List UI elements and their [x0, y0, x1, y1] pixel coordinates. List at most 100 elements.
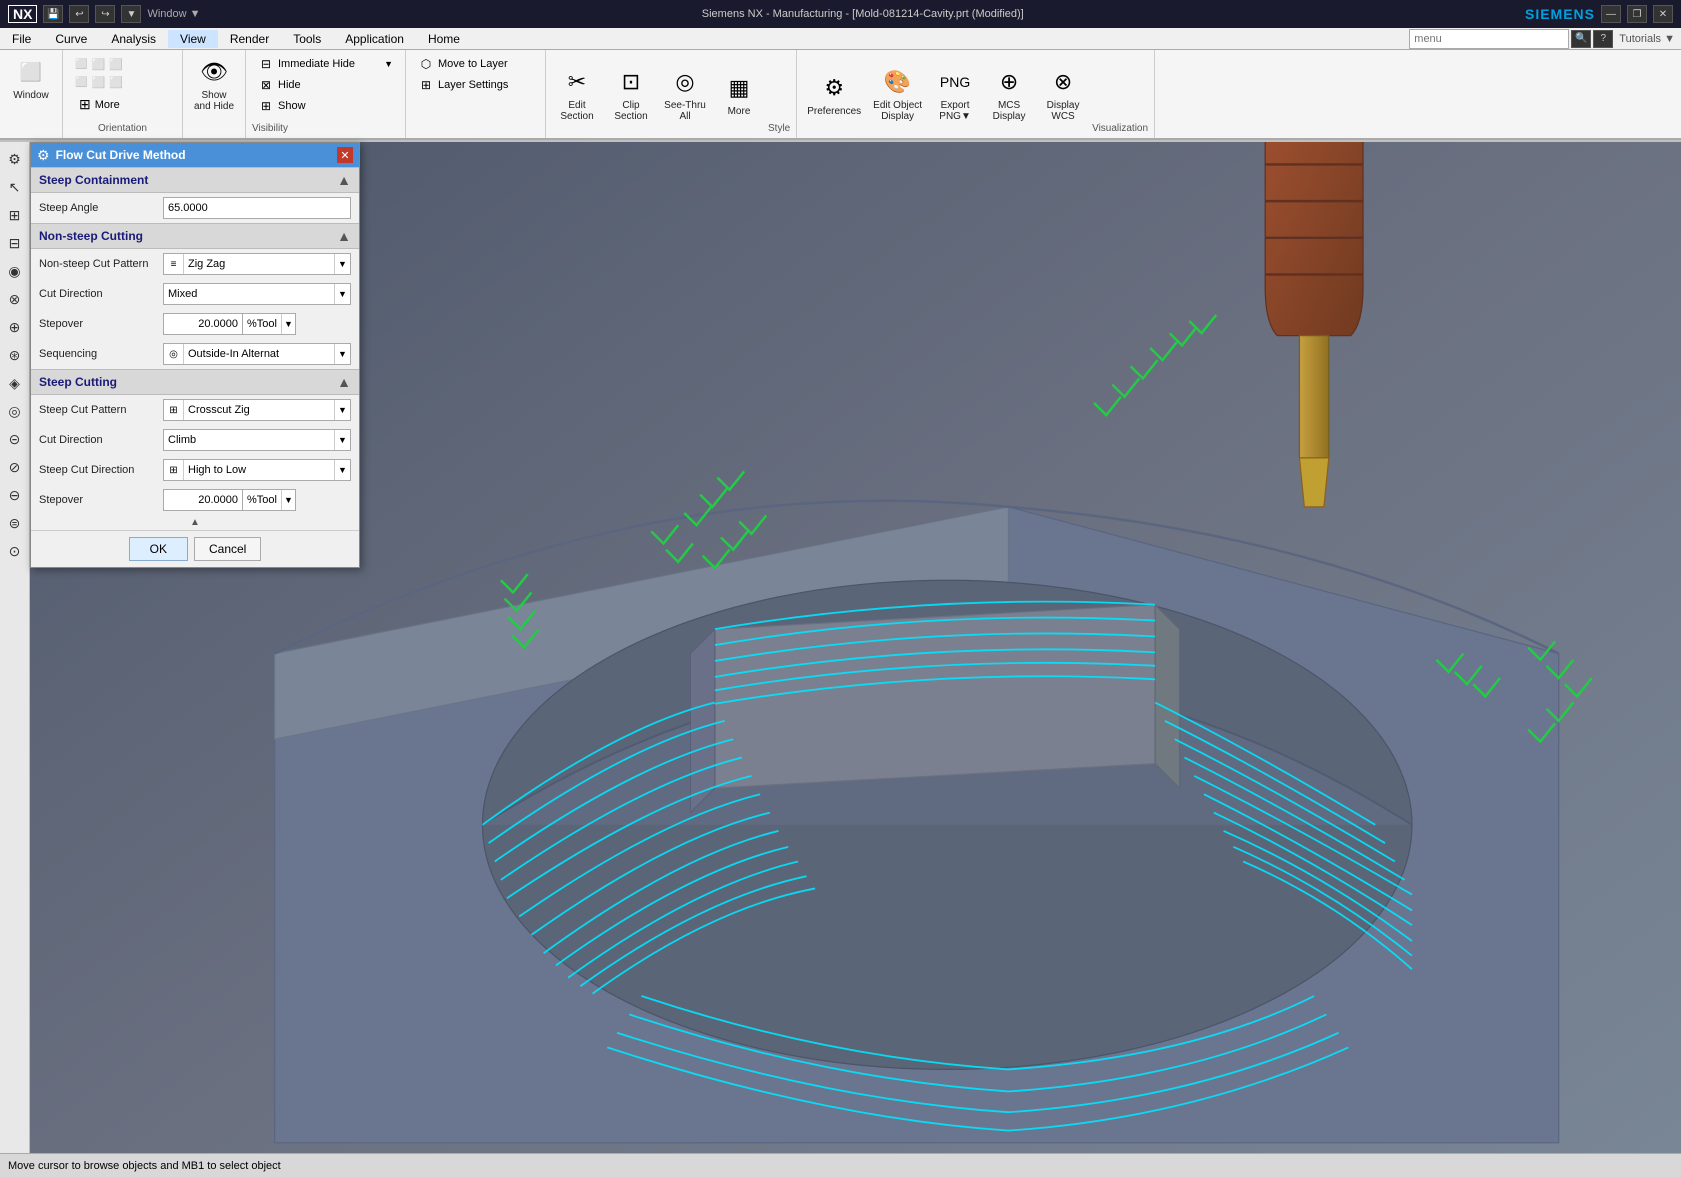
- non-steep-cut-pattern-select[interactable]: ≡ Zig Zag ▼: [163, 253, 351, 275]
- menu-home[interactable]: Home: [416, 30, 472, 48]
- non-steep-cutting-collapse[interactable]: ▲: [337, 228, 351, 244]
- steep-cut-pattern-arrow[interactable]: ▼: [334, 400, 350, 420]
- steep-containment-title: Steep Containment: [39, 173, 148, 187]
- cut-direction-select[interactable]: Mixed ▼: [163, 283, 351, 305]
- steep-containment-header[interactable]: Steep Containment ▲: [31, 167, 359, 193]
- sidebar-icon-12[interactable]: ⊜: [2, 510, 28, 536]
- menu-view[interactable]: View: [168, 30, 218, 48]
- see-thru-label: See-ThruAll: [664, 100, 706, 122]
- steep-cut-dir-row: Steep Cut Direction ⊞ High to Low ▼: [31, 455, 359, 485]
- mcs-display-icon: ⊕: [993, 66, 1025, 98]
- steep-cutting-collapse[interactable]: ▲: [337, 374, 351, 390]
- display-wcs-button[interactable]: ⊗ DisplayWCS: [1038, 64, 1088, 124]
- sidebar-icon-4[interactable]: ⊗: [2, 286, 28, 312]
- search-input[interactable]: [1409, 29, 1569, 49]
- sidebar-icon-9[interactable]: ⊝: [2, 426, 28, 452]
- menu-application[interactable]: Application: [333, 30, 416, 48]
- sidebar-icon-11[interactable]: ⊖: [2, 482, 28, 508]
- steep-cut-direction-arrow[interactable]: ▼: [334, 430, 350, 450]
- sequencing-arrow[interactable]: ▼: [334, 344, 350, 364]
- hide-button[interactable]: ⊠ Hide: [252, 75, 399, 95]
- menu-curve[interactable]: Curve: [43, 30, 99, 48]
- tutorials-link[interactable]: Tutorials ▼: [1613, 33, 1681, 45]
- display-wcs-label: DisplayWCS: [1047, 100, 1080, 122]
- show-button[interactable]: ⊞ Show: [252, 96, 399, 116]
- cancel-button[interactable]: Cancel: [194, 537, 261, 561]
- sidebar-icon-8[interactable]: ◎: [2, 398, 28, 424]
- minimize-button[interactable]: —: [1601, 5, 1621, 23]
- orient-front[interactable]: ⬜⬜⬜: [69, 56, 129, 73]
- sidebar-icon-settings[interactable]: ⚙: [2, 146, 28, 172]
- mcs-display-button[interactable]: ⊕ MCSDisplay: [984, 64, 1034, 124]
- see-thru-button[interactable]: ◎ See-ThruAll: [660, 64, 710, 124]
- scroll-up-btn[interactable]: ▲: [190, 517, 200, 528]
- window-label: Window: [13, 90, 49, 101]
- edit-section-button[interactable]: ✂ EditSection: [552, 64, 602, 124]
- sidebar-icon-2[interactable]: ⊟: [2, 230, 28, 256]
- undo-button[interactable]: ↩: [69, 5, 89, 23]
- steep-cut-dir-arrow[interactable]: ▼: [334, 460, 350, 480]
- dialog-titlebar[interactable]: ⚙ Flow Cut Drive Method ✕: [31, 143, 359, 167]
- sidebar-icon-10[interactable]: ⊘: [2, 454, 28, 480]
- window-button[interactable]: ⬜ Window: [6, 54, 56, 103]
- help-button[interactable]: ?: [1593, 30, 1613, 48]
- save-button[interactable]: 💾: [43, 5, 63, 23]
- style-more-label: More: [728, 106, 751, 117]
- sidebar-icon-1[interactable]: ⊞: [2, 202, 28, 228]
- more-button[interactable]: ▼: [121, 5, 141, 23]
- steep-stepover-unit-arrow[interactable]: ▼: [281, 490, 295, 510]
- menu-file[interactable]: File: [0, 30, 43, 48]
- non-steep-cutting-header[interactable]: Non-steep Cutting ▲: [31, 223, 359, 249]
- ok-button[interactable]: OK: [129, 537, 188, 561]
- dialog-title: Flow Cut Drive Method: [56, 148, 331, 162]
- steep-angle-input[interactable]: [163, 197, 351, 219]
- restore-button[interactable]: ❐: [1627, 5, 1647, 23]
- close-button[interactable]: ✕: [1653, 5, 1673, 23]
- steep-angle-row: Steep Angle: [31, 193, 359, 223]
- steep-cut-pattern-icon: ⊞: [164, 400, 184, 420]
- steep-cut-direction-select[interactable]: Climb ▼: [163, 429, 351, 451]
- export-png-icon: PNG: [939, 66, 971, 98]
- export-png-button[interactable]: PNG ExportPNG▼: [930, 64, 980, 124]
- immediate-hide-button[interactable]: ⊟ Immediate Hide ▼: [252, 54, 399, 74]
- more-orient[interactable]: ⊞ More: [73, 94, 126, 115]
- sidebar-icon-7[interactable]: ◈: [2, 370, 28, 396]
- style-more-button[interactable]: ▦ More: [714, 70, 764, 119]
- redo-button[interactable]: ↪: [95, 5, 115, 23]
- steep-stepover-unit[interactable]: %Tool ▼: [243, 489, 296, 511]
- menu-tools[interactable]: Tools: [281, 30, 333, 48]
- stepover-unit[interactable]: %Tool ▼: [243, 313, 296, 335]
- steep-cut-pattern-select[interactable]: ⊞ Crosscut Zig ▼: [163, 399, 351, 421]
- preferences-button[interactable]: ⚙ Preferences: [803, 70, 865, 119]
- sidebar-icon-13[interactable]: ⊙: [2, 538, 28, 564]
- steep-cut-dir-select[interactable]: ⊞ High to Low ▼: [163, 459, 351, 481]
- show-hide-button[interactable]: 👁 Showand Hide: [189, 54, 239, 114]
- clip-section-button[interactable]: ⊡ ClipSection: [606, 64, 656, 124]
- steep-stepover-input[interactable]: [163, 489, 243, 511]
- non-steep-pattern-arrow[interactable]: ▼: [334, 254, 350, 274]
- edit-object-display-button[interactable]: 🎨 Edit ObjectDisplay: [869, 64, 926, 124]
- sidebar-icon-6[interactable]: ⊛: [2, 342, 28, 368]
- menu-bar: File Curve Analysis View Render Tools Ap…: [0, 28, 1681, 50]
- layer-settings-button[interactable]: ⊞ Layer Settings: [412, 75, 539, 95]
- search-button[interactable]: 🔍: [1571, 30, 1591, 48]
- window-menu[interactable]: Window ▼: [147, 8, 200, 20]
- left-sidebar: ⚙ ↖ ⊞ ⊟ ◉ ⊗ ⊕ ⊛ ◈ ◎ ⊝ ⊘ ⊖ ⊜ ⊙: [0, 142, 30, 1153]
- dialog-close-button[interactable]: ✕: [337, 147, 353, 163]
- sequencing-select[interactable]: ◎ Outside-In Alternat ▼: [163, 343, 351, 365]
- move-to-layer-button[interactable]: ⬡ Move to Layer: [412, 54, 539, 74]
- stepover-unit-arrow[interactable]: ▼: [281, 314, 295, 334]
- steep-containment-collapse[interactable]: ▲: [337, 172, 351, 188]
- sidebar-icon-3[interactable]: ◉: [2, 258, 28, 284]
- menu-render[interactable]: Render: [218, 30, 281, 48]
- stepover-input[interactable]: [163, 313, 243, 335]
- orient-top[interactable]: ⬜⬜⬜: [69, 74, 129, 91]
- immediate-hide-arrow[interactable]: ▼: [384, 59, 393, 69]
- menu-analysis[interactable]: Analysis: [99, 30, 168, 48]
- sidebar-icon-select[interactable]: ↖: [2, 174, 28, 200]
- edit-object-display-label: Edit ObjectDisplay: [873, 100, 922, 122]
- move-to-layer-label: Move to Layer: [438, 58, 508, 70]
- sidebar-icon-5[interactable]: ⊕: [2, 314, 28, 340]
- cut-direction-arrow[interactable]: ▼: [334, 284, 350, 304]
- steep-cutting-header[interactable]: Steep Cutting ▲: [31, 369, 359, 395]
